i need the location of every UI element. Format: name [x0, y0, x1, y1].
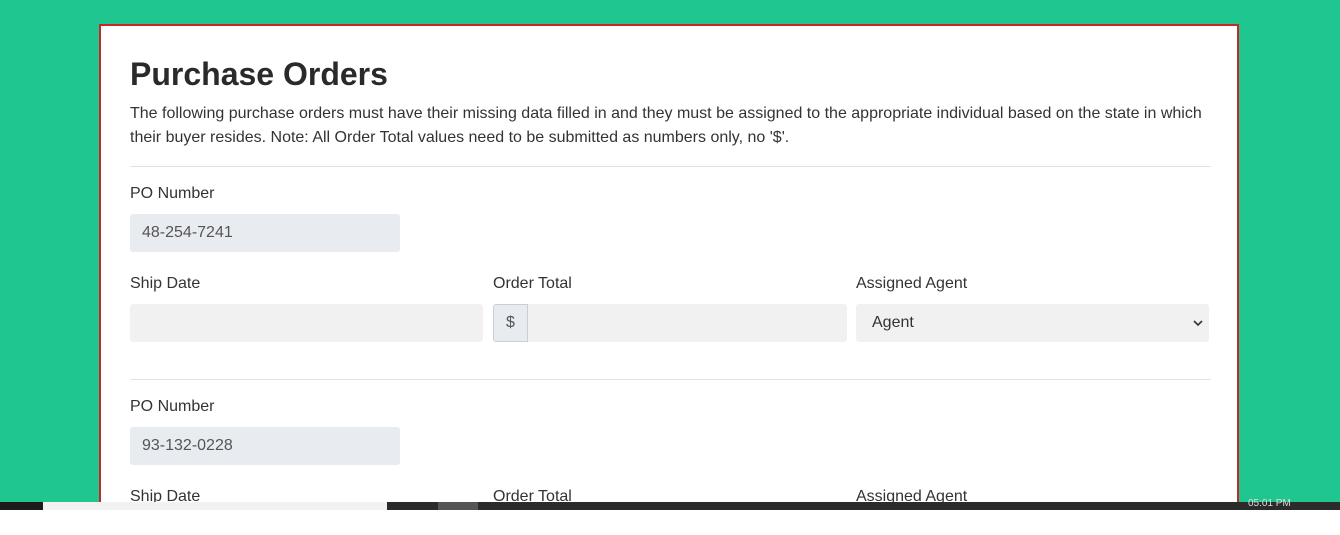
purchase-orders-card: Purchase Orders The following purchase o…: [99, 24, 1239, 502]
assigned-agent-selected-value: Agent: [872, 314, 914, 331]
order-total-label: Order Total: [493, 488, 572, 502]
assigned-agent-label: Assigned Agent: [856, 488, 968, 502]
order-total-input[interactable]: [528, 304, 847, 342]
page-title: Purchase Orders: [130, 56, 388, 92]
ship-date-label: Ship Date: [130, 488, 201, 502]
taskbar: 05:01 PM: [0, 498, 1340, 510]
ship-date-input[interactable]: [130, 304, 483, 342]
currency-addon: $: [493, 304, 528, 342]
taskbar-app-button[interactable]: [438, 502, 478, 510]
divider: [130, 166, 1211, 167]
divider: [130, 379, 1211, 380]
taskbar-clock: 05:01 PM: [1248, 498, 1291, 509]
po-number-field: 48-254-7241: [130, 214, 400, 252]
chevron-down-icon: [1193, 320, 1203, 327]
page-background: Purchase Orders The following purchase o…: [0, 0, 1340, 502]
po-number-field: 93-132-0228: [130, 427, 400, 465]
order-total-label: Order Total: [493, 275, 572, 292]
page-description: The following purchase orders must have …: [130, 105, 1202, 146]
assigned-agent-label: Assigned Agent: [856, 275, 968, 292]
start-button[interactable]: [0, 502, 43, 510]
po-number-label: PO Number: [130, 398, 215, 415]
taskbar-search-box[interactable]: [43, 502, 387, 510]
po-number-label: PO Number: [130, 185, 215, 202]
ship-date-label: Ship Date: [130, 275, 201, 292]
assigned-agent-select[interactable]: Agent: [856, 304, 1209, 342]
